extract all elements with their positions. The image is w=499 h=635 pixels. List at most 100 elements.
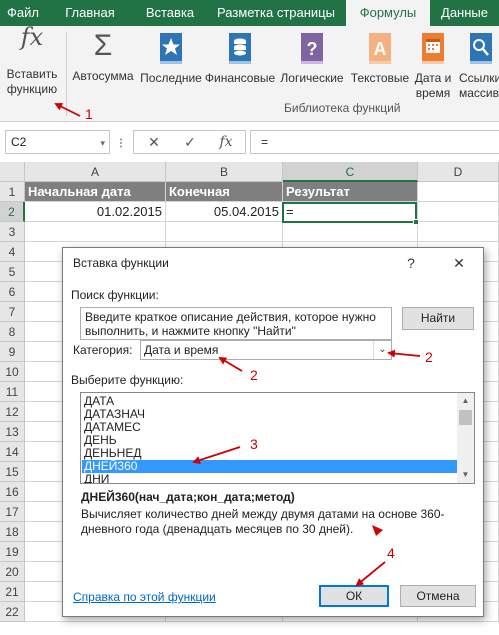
date-time-button[interactable]: Дата и время bbox=[412, 26, 454, 101]
row-header[interactable]: 13 bbox=[0, 422, 25, 442]
annotation-2b: 2 bbox=[250, 367, 258, 383]
ribbon-tab-bar: Файл Главная Вставка Разметка страницы Ф… bbox=[0, 0, 499, 26]
fill-handle[interactable] bbox=[413, 219, 419, 225]
column-header-d[interactable]: D bbox=[418, 162, 499, 182]
list-item[interactable]: ДНИ bbox=[82, 473, 457, 484]
function-signature: ДНЕЙ360(нач_дата;кон_дата;метод) bbox=[81, 490, 295, 504]
insert-function-fx-button[interactable]: fx bbox=[208, 131, 244, 153]
help-icon[interactable]: ? bbox=[401, 253, 421, 273]
recent-functions-button[interactable]: Последние bbox=[138, 26, 204, 86]
row-header[interactable]: 22 bbox=[0, 602, 25, 622]
select-all-corner[interactable] bbox=[0, 162, 25, 182]
row-header[interactable]: 2 bbox=[0, 202, 25, 222]
cancel-button[interactable]: Отмена bbox=[400, 585, 476, 607]
ribbon-formulas: fx Вставить функцию Σ Автосумма Последни… bbox=[0, 23, 499, 122]
category-label: Категория: bbox=[73, 343, 133, 357]
list-item-selected[interactable]: ДНЕЙ360 bbox=[82, 460, 457, 473]
tab-formulas[interactable]: Формулы bbox=[346, 0, 430, 26]
row-header[interactable]: 20 bbox=[0, 562, 25, 582]
row-header[interactable]: 9 bbox=[0, 342, 25, 362]
function-description: Вычисляет количество дней между двумя да… bbox=[81, 507, 445, 536]
coins-book-icon bbox=[229, 33, 251, 64]
cell-a1[interactable]: Начальная дата bbox=[25, 182, 166, 202]
recent-label: Последние bbox=[140, 71, 202, 85]
select-function-label: Выберите функцию: bbox=[71, 373, 184, 387]
search-input[interactable]: Введите краткое описание действия, котор… bbox=[80, 307, 392, 340]
grid-cell[interactable] bbox=[166, 222, 283, 242]
row-header[interactable]: 15 bbox=[0, 462, 25, 482]
row-header[interactable]: 7 bbox=[0, 302, 25, 322]
row-header[interactable]: 17 bbox=[0, 502, 25, 522]
category-select[interactable]: Дата и время ⌄ bbox=[140, 340, 392, 360]
find-button[interactable]: Найти bbox=[402, 307, 474, 330]
close-icon[interactable]: ✕ bbox=[449, 253, 469, 273]
name-box[interactable]: C2 ▾ bbox=[5, 130, 110, 154]
cell-a2[interactable]: 01.02.2015 bbox=[25, 202, 166, 222]
sigma-icon: Σ bbox=[93, 29, 113, 62]
cancel-entry-button[interactable]: ✕ bbox=[136, 131, 172, 153]
logical-label: Логические bbox=[280, 71, 344, 85]
row-header[interactable]: 1 bbox=[0, 182, 25, 202]
row-header[interactable]: 5 bbox=[0, 262, 25, 282]
insert-function-label: Вставить bbox=[6, 67, 58, 81]
column-header-c[interactable]: C bbox=[283, 162, 418, 182]
row-header[interactable]: 21 bbox=[0, 582, 25, 602]
row-header[interactable]: 10 bbox=[0, 362, 25, 382]
lookup-label-2: массив bbox=[459, 86, 499, 100]
financial-button[interactable]: Финансовые bbox=[204, 26, 276, 86]
lookup-reference-button[interactable]: Ссылки массив bbox=[456, 26, 499, 101]
cell-c1[interactable]: Результат bbox=[283, 182, 418, 202]
column-header-b[interactable]: B bbox=[166, 162, 283, 182]
star-book-icon bbox=[160, 33, 182, 64]
list-item[interactable]: ДЕНЬНЕД bbox=[82, 447, 457, 460]
annotation-2a: 2 bbox=[425, 349, 433, 365]
text-functions-button[interactable]: A Текстовые bbox=[348, 26, 412, 86]
help-link[interactable]: Справка по этой функции bbox=[73, 590, 216, 604]
tab-data[interactable]: Данные bbox=[430, 0, 499, 26]
row-header[interactable]: 12 bbox=[0, 402, 25, 422]
question-book-icon: ? bbox=[301, 33, 323, 64]
row-header[interactable]: 8 bbox=[0, 322, 25, 342]
drag-handle-icon[interactable] bbox=[118, 138, 124, 148]
grid-cell[interactable] bbox=[418, 222, 499, 242]
enter-entry-button[interactable]: ✓ bbox=[172, 131, 208, 153]
chevron-down-icon[interactable]: ⌄ bbox=[373, 341, 391, 359]
list-scrollbar[interactable]: ▲ ▼ bbox=[457, 393, 474, 483]
tab-home[interactable]: Главная bbox=[46, 0, 134, 26]
logical-button[interactable]: ? Логические bbox=[276, 26, 348, 86]
tab-page-layout[interactable]: Разметка страницы bbox=[206, 0, 346, 26]
insert-function-button[interactable]: fx Вставить функцию bbox=[2, 23, 62, 97]
row-header[interactable]: 3 bbox=[0, 222, 25, 242]
cell-b1[interactable]: Конечная bbox=[166, 182, 283, 202]
scroll-down-icon[interactable]: ▼ bbox=[457, 467, 474, 483]
row-header[interactable]: 4 bbox=[0, 242, 25, 262]
row-header[interactable]: 6 bbox=[0, 282, 25, 302]
grid-cell[interactable] bbox=[283, 222, 418, 242]
row-header[interactable]: 14 bbox=[0, 442, 25, 462]
fx-icon: fx bbox=[20, 23, 44, 51]
search-label: Поиск функции: bbox=[71, 288, 159, 302]
function-list[interactable]: ДАТА ДАТАЗНАЧ ДАТАМЕС ДЕНЬ ДЕНЬНЕД ДНЕЙ3… bbox=[80, 392, 475, 484]
tab-insert[interactable]: Вставка bbox=[134, 0, 206, 26]
row-header[interactable]: 19 bbox=[0, 542, 25, 562]
row-header[interactable]: 18 bbox=[0, 522, 25, 542]
lookup-book-icon bbox=[470, 33, 492, 64]
autosum-button[interactable]: Σ Автосумма bbox=[68, 26, 138, 84]
grid-cell[interactable] bbox=[418, 202, 499, 222]
formula-input[interactable]: = bbox=[250, 130, 499, 154]
annotation-1: 1 bbox=[85, 106, 93, 122]
grid-cell[interactable] bbox=[25, 222, 166, 242]
ok-button[interactable]: ОК bbox=[319, 585, 389, 607]
grid-cell[interactable] bbox=[418, 182, 499, 202]
category-value: Дата и время bbox=[144, 343, 219, 357]
scroll-up-icon[interactable]: ▲ bbox=[457, 393, 474, 409]
list-item[interactable]: ДАТАМЕС bbox=[82, 421, 457, 434]
row-header[interactable]: 11 bbox=[0, 382, 25, 402]
row-header[interactable]: 16 bbox=[0, 482, 25, 502]
column-header-a[interactable]: A bbox=[25, 162, 166, 182]
cell-b2[interactable]: 05.04.2015 bbox=[166, 202, 283, 222]
chevron-down-icon[interactable]: ▾ bbox=[100, 132, 105, 154]
scroll-thumb[interactable] bbox=[459, 410, 472, 425]
name-box-value: C2 bbox=[11, 135, 27, 149]
svg-text:?: ? bbox=[307, 39, 318, 59]
